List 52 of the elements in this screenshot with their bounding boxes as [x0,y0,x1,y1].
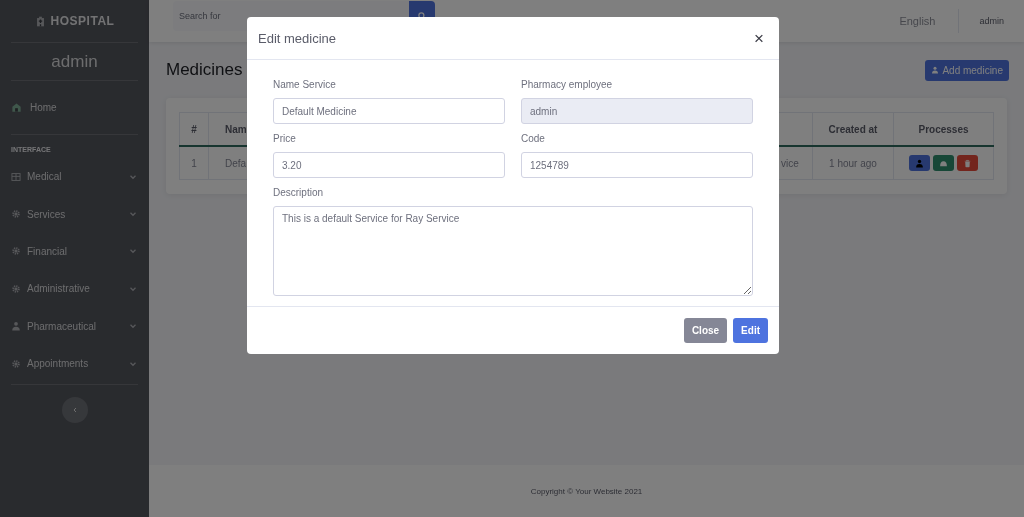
nav-item[interactable]: Financial [11,232,138,271]
footer-copyright: Copyright © Your Website 2021 [149,465,1024,517]
page-title: Medicines [166,60,243,80]
user-menu[interactable]: admin [959,16,1004,26]
column-header: # [179,112,209,146]
field-label: Description [273,187,325,200]
nav-link[interactable]: Home [30,102,57,113]
brand-name: HOSPITAL [50,14,115,28]
nav-label: Appointments [27,358,90,370]
table-cell: 1 [179,146,209,180]
description-field[interactable]: This is a default Service for Ray Service [273,206,753,296]
nav-label: Medical [27,171,63,183]
person-icon [931,66,940,74]
field-label: Code [521,133,546,146]
table-icon [11,171,21,182]
edit-button[interactable] [933,155,954,171]
house-icon [11,102,22,113]
sidebar-toggle-button[interactable] [61,397,88,424]
person-icon [11,321,21,332]
input-field[interactable]: 1254789 [521,152,753,178]
hospital-icon [34,15,46,27]
nav-label: Services [27,208,67,220]
dome-icon [939,158,948,168]
nav-label: Pharmaceutical [27,320,97,332]
field-label: Pharmacy employee [521,79,614,92]
gear-icon [11,246,21,257]
nav-item[interactable]: Medical [11,158,138,196]
add-medicine-button[interactable]: Add medicine [925,59,1009,81]
nav-label: Administrative [27,283,91,295]
gear-icon [11,209,21,220]
close-button[interactable]: Close [683,318,728,343]
nav-item[interactable]: Administrative [11,270,138,308]
person-icon [915,158,924,168]
language-selector[interactable]: English [876,9,960,33]
nav-label: Financial [27,245,69,257]
column-header: Created at [812,112,894,146]
gear-icon [11,283,21,294]
delete-button[interactable] [957,155,978,171]
edit-button[interactable]: Edit [733,318,768,343]
close-button[interactable]: × [750,29,768,47]
nav-item[interactable]: Appointments [11,344,138,383]
input-field[interactable]: 3.20 [273,152,505,178]
trash-icon [963,158,972,168]
nav-item[interactable]: Services [11,195,138,233]
field-label: Name Service [273,79,337,92]
nav-item[interactable]: Pharmaceutical [11,307,138,345]
column-header: Processes [893,112,994,146]
gear-icon [11,358,21,369]
user-name: admin [11,43,138,81]
view-button[interactable] [909,155,930,171]
modal-title: Edit medicine [258,30,337,46]
input-field[interactable]: Default Medicine [273,98,505,124]
